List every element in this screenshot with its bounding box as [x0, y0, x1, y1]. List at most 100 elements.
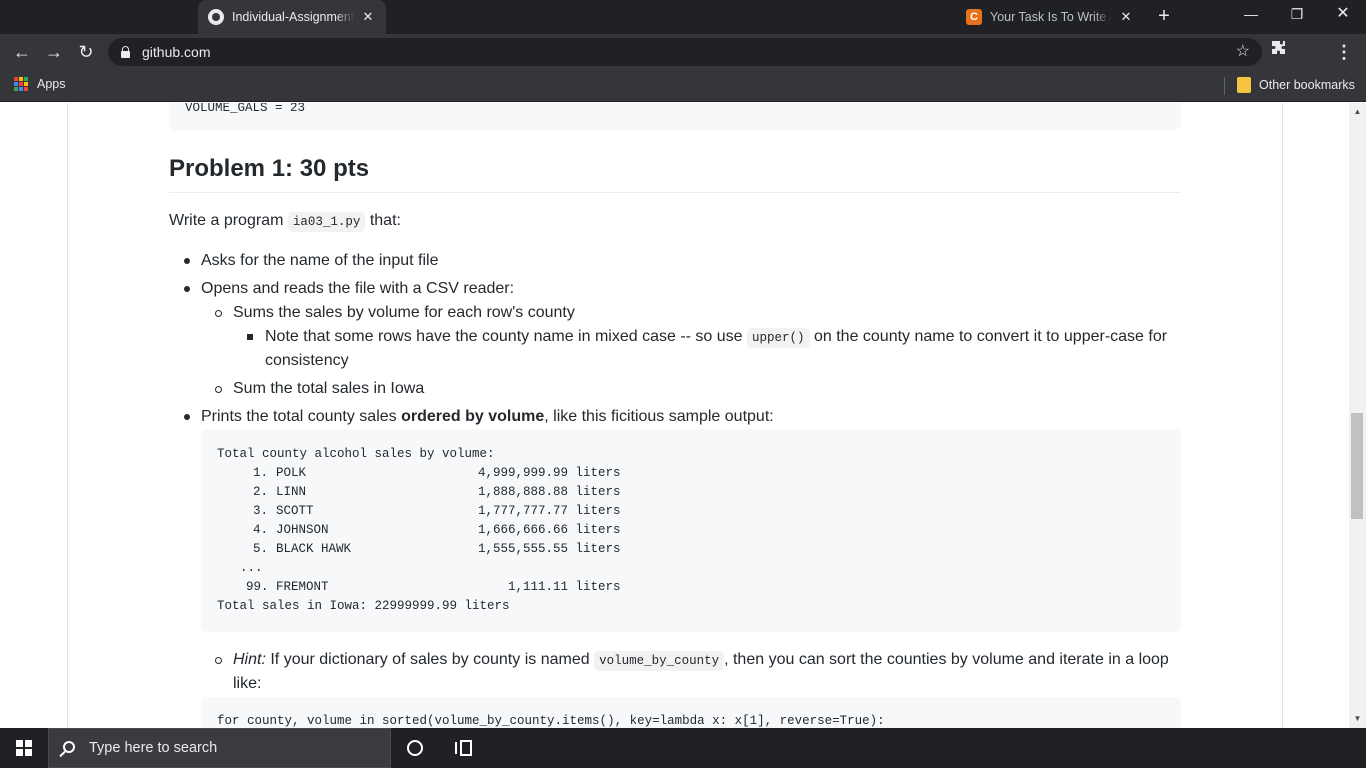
other-bookmarks[interactable]: Other bookmarks [1237, 77, 1355, 93]
apps-grid-icon [14, 77, 28, 91]
code-rank: 1. [253, 466, 269, 480]
page-viewport[interactable]: VOLUME_GALS = 23 Problem 1: 30 pts Write… [0, 103, 1366, 728]
windows-taskbar: Type here to search [0, 728, 1366, 768]
bullet-disc [184, 286, 190, 292]
code-county: JOHNSON [276, 523, 329, 537]
code-ellipsis: ... [240, 561, 263, 575]
code-volume: 4,999,999.99 liters [478, 466, 621, 480]
code-rank: 4. [253, 523, 269, 537]
back-button[interactable]: ← [8, 38, 36, 66]
apps-shortcut[interactable]: Apps [14, 77, 66, 91]
chegg-icon: C [966, 9, 982, 25]
close-tab-icon[interactable]: ✕ [360, 9, 376, 25]
hint-text-end: , then you can sort the counties by volu… [724, 651, 1169, 668]
tab-strip: Individual-Assignments ✕ C Your Task Is … [0, 0, 1366, 34]
inline-code-upper: upper() [747, 328, 810, 348]
inline-code-filename: ia03_1.py [287, 212, 366, 232]
hint-text: If your dictionary of sales by county is… [265, 651, 595, 668]
prints-bold-text: ordered by volume [401, 408, 545, 425]
bullet-disc [184, 258, 190, 264]
list-item-sum-total: Sum the total sales in Iowa [233, 380, 425, 397]
task-view-icon[interactable] [455, 740, 472, 756]
bookmarks-divider [1224, 77, 1225, 95]
tab-individual-assignments[interactable]: Individual-Assignments ✕ [198, 0, 386, 34]
note-text-end: on the county name to convert it to uppe… [809, 328, 1168, 345]
folder-icon [1237, 77, 1251, 93]
bullet-square [247, 334, 253, 340]
close-window-button[interactable]: ✕ [1320, 0, 1366, 30]
code-volume: 1,666,666.66 liters [478, 523, 621, 537]
code-volume: 1,777,777.77 liters [478, 504, 621, 518]
code-volume: 1,111.11 liters [508, 580, 621, 594]
bookmark-star-icon[interactable]: ☆ [1236, 41, 1250, 61]
code-line: for county, volume in sorted(volume_by_c… [217, 714, 885, 728]
other-bookmarks-label: Other bookmarks [1259, 78, 1355, 92]
prints-text-end: , like this ficitious sample output: [544, 408, 774, 425]
bullet-circle [215, 310, 222, 317]
content-border-left [67, 103, 68, 728]
start-button[interactable] [0, 728, 48, 768]
code-line: VOLUME_GALS = 23 [185, 103, 306, 115]
bullet-disc [184, 414, 190, 420]
forward-button[interactable]: → [40, 38, 68, 66]
list-item-note-line2: consistency [265, 352, 349, 369]
code-county: POLK [276, 466, 307, 480]
heading-underline [169, 192, 1181, 193]
code-rank: 5. [253, 542, 269, 556]
restore-button[interactable]: ❐ [1274, 0, 1320, 30]
browser-toolbar: ← → ↻ github.com ☆ ⋮ [0, 34, 1366, 70]
extensions-puzzle-icon[interactable] [1265, 38, 1293, 66]
bookmarks-bar: Apps Other bookmarks [0, 70, 1366, 102]
new-tab-button[interactable]: + [1152, 5, 1176, 29]
menu-kebab-icon[interactable]: ⋮ [1330, 38, 1358, 66]
github-icon [208, 9, 224, 25]
list-item-open: Opens and reads the file with a CSV read… [201, 280, 515, 297]
sort-loop-code-block: for county, volume in sorted(volume_by_c… [201, 697, 1181, 728]
close-tab-icon[interactable]: ✕ [1118, 9, 1134, 25]
tab-your-task[interactable]: C Your Task Is To Write A ✕ [958, 0, 1142, 34]
taskbar-search-box[interactable]: Type here to search [48, 728, 391, 768]
intro-paragraph: Write a program ia03_1.py that: [169, 209, 401, 234]
minimize-button[interactable]: — [1228, 0, 1274, 30]
intro-text-end: that: [365, 212, 401, 229]
list-item-prints: Prints the total county sales ordered by… [201, 405, 774, 429]
scroll-up-arrow-icon[interactable]: ▲ [1349, 105, 1366, 119]
vertical-scrollbar[interactable]: ▲ ▼ [1349, 103, 1366, 728]
content-border-right [1282, 103, 1283, 728]
code-volume: 1,555,555.55 liters [478, 542, 621, 556]
code-volume: 1,888,888.88 liters [478, 485, 621, 499]
code-county: BLACK HAWK [276, 542, 352, 556]
scroll-down-arrow-icon[interactable]: ▼ [1349, 712, 1366, 726]
code-line-footer: Total sales in Iowa: 22999999.99 liters [217, 599, 510, 613]
hint-label: Hint: [233, 651, 266, 668]
code-line-header: Total county alcohol sales by volume: [217, 447, 495, 461]
sample-output-code-block: Total county alcohol sales by volume: 1.… [201, 429, 1181, 632]
list-item-ask: Asks for the name of the input file [201, 252, 439, 269]
code-county: FREMONT [276, 580, 329, 594]
intro-text: Write a program [169, 212, 288, 229]
bullet-circle [215, 657, 222, 664]
problem-heading: Problem 1: 30 pts [169, 155, 370, 182]
note-text: Note that some rows have the county name… [265, 328, 748, 345]
address-bar[interactable]: github.com ☆ [108, 38, 1262, 66]
url-text[interactable]: github.com [142, 44, 210, 60]
reload-button[interactable]: ↻ [72, 38, 100, 66]
code-county: LINN [276, 485, 307, 499]
bullet-circle [215, 386, 222, 393]
tab-title: Your Task Is To Write A [990, 10, 1112, 24]
code-rank: 99. [246, 580, 269, 594]
inline-code-dict: volume_by_county [594, 651, 725, 671]
code-rank: 2. [253, 485, 269, 499]
scrollbar-thumb[interactable] [1351, 413, 1363, 519]
lock-icon[interactable] [121, 46, 130, 58]
apps-label: Apps [37, 77, 66, 91]
tab-title: Individual-Assignments [232, 10, 354, 24]
code-county: SCOTT [276, 504, 314, 518]
cortana-icon[interactable] [407, 740, 423, 756]
search-icon [63, 741, 75, 753]
list-item-hint-line2: like: [233, 675, 262, 692]
list-item-hint: Hint: If your dictionary of sales by cou… [233, 648, 1181, 673]
windows-start-icon [16, 740, 32, 756]
search-placeholder: Type here to search [89, 740, 218, 756]
list-item-note: Note that some rows have the county name… [265, 325, 1181, 350]
